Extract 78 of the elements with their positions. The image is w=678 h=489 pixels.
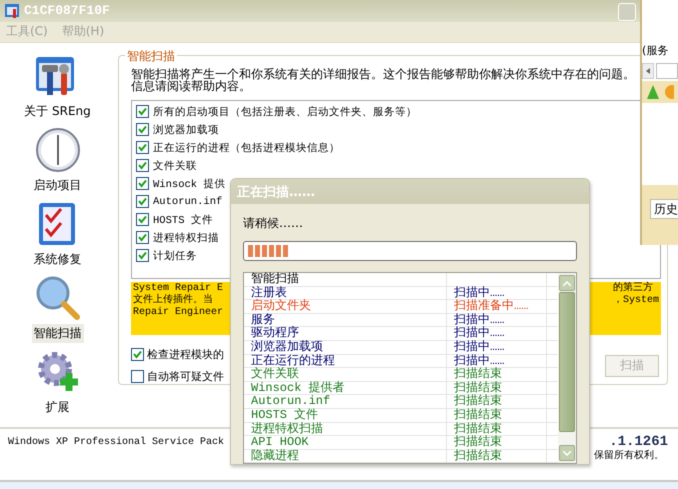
input-field[interactable] [656,63,678,79]
table-cell: 驱动程序 [244,327,447,340]
scroll-left-button[interactable] [642,63,654,79]
table-cell: 扫描中…… [447,314,547,326]
scan-item-label: 所有的启动项目（包括注册表、启动文件夹、服务等） [153,105,417,119]
table-cell: 扫描中…… [447,340,547,354]
left-arrow-icon [646,68,650,74]
table-cell: 浏览器加载项 [244,340,447,354]
notice-text: 文件上传插件。当 [133,294,224,307]
table-cell: 文件关联 [244,368,447,381]
option-label: 检查进程模块的 [147,346,224,362]
table-cell: Winsock 提供者 [244,382,447,394]
table-cell: 服务 [244,314,447,326]
sidebar-item[interactable]: 智能扫描 [32,324,84,343]
table-cell: API HOOK [244,436,447,449]
window-title: C1CF087F10F [24,3,110,18]
checkbox[interactable] [131,370,144,383]
checkbox[interactable] [136,159,149,172]
checkbox[interactable] [136,123,149,136]
caret-down-icon [563,450,571,456]
table-cell: 扫描中…… [447,354,547,368]
scan-item-label: Winsock 提供 [153,178,226,191]
checkbox[interactable] [136,195,149,208]
scan-item-label: 浏览器加载项 [153,123,219,137]
checkbox[interactable] [136,213,149,226]
table-cell: HOSTS 文件 [244,408,447,422]
notice-text: Repair Engineer [133,306,224,319]
table-cell: 扫描结束 [447,368,547,381]
checkbox[interactable] [136,249,149,262]
caret-up-icon [563,280,571,286]
table-cell: 扫描结束 [447,408,547,422]
table-cell: 注册表 [244,286,447,300]
description-text: 信息请阅读帮助内容。 [131,80,251,92]
table-cell: 扫描结束 [447,395,547,408]
notice-text: 的第三方 [612,282,654,295]
table-cell: 扫描结束 [447,436,547,449]
history-button[interactable]: 历史 [650,199,678,219]
sidebar-item[interactable]: 关于 SREng [22,102,93,121]
table-cell: 扫描中…… [447,286,547,300]
table-cell: 扫描准备中…… [447,300,547,313]
notice-text: System Repair E [133,282,224,294]
description-text: 智能扫描将产生一个和你系统有关的详细报告。这个报告能够帮助你解决你系统中存在的问题。 [131,68,635,80]
table-cell: 智能扫描 [244,273,447,286]
os-version-text: Windows XP Professional Service Pack [8,436,224,448]
scan-item-label: Autorun.inf [153,196,222,208]
checkbox[interactable] [131,348,144,361]
wait-message: 请稍候…… [243,215,304,232]
scan-item-label: 计划任务 [153,249,197,263]
checkbox[interactable] [136,141,149,154]
server-label: (服务 [642,43,668,58]
group-title: 智能扫描 [125,48,177,65]
sidebar-item[interactable]: 启动项目 [32,176,84,195]
table-cell: Autorun.inf [244,395,447,408]
clock-icon [34,126,80,173]
app-icon [4,2,20,19]
table-cell: 扫描结束 [447,422,547,436]
checkbox[interactable] [136,105,149,118]
scan-item-label: 文件关联 [153,159,197,173]
table-cell: 进程特权扫描 [244,422,447,436]
sidebar-item[interactable]: 扩展 [44,398,72,417]
table-cell: 正在运行的进程 [244,354,447,368]
copyright-text: 保留所有权利。 [594,450,664,462]
table-cell: 扫描中…… [447,327,547,340]
scan-item-label: 进程特权扫描 [153,231,219,245]
version-number: .1.1261 [609,434,668,450]
scan-item-label: 正在运行的进程（包括进程模块信息） [153,141,340,155]
table-cell: 扫描结束 [447,382,547,394]
dialog-title: 正在扫描…… [231,179,589,204]
notice-text: ，System [612,294,659,307]
checkbox[interactable] [136,177,149,190]
table-cell: 隐藏进程 [244,450,447,462]
scan-item-label: HOSTS 文件 [153,213,213,227]
sidebar-item[interactable]: 系统修复 [32,250,84,269]
table-cell: 扫描结束 [447,450,547,462]
checkbox[interactable] [136,231,149,244]
option-label: 自动将可疑文件 [147,368,224,384]
table-cell: 启动文件夹 [244,300,447,313]
magnifier-icon [34,274,80,321]
